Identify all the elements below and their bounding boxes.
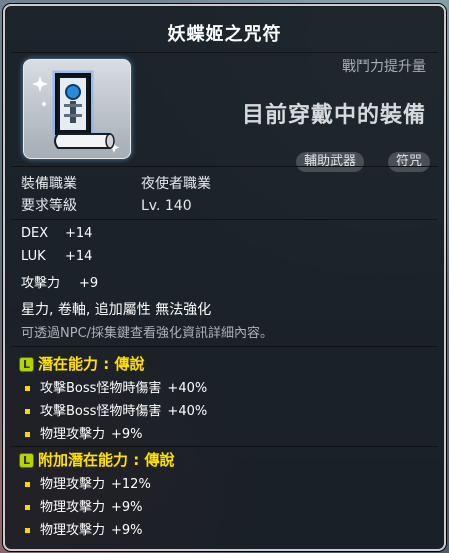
square-bullet-icon [25,409,30,414]
enhancement-hint: 可透過NPC/採集鍵查看強化資訊詳細內容。 [21,326,274,341]
square-bullet-icon [25,505,30,510]
title-divider [11,52,438,53]
potential-text: 物理攻擊力 [40,427,106,442]
additional-potential-header: L 附加潛在能力 : 傳說 [19,449,174,470]
job-requirement-row: 裝備職業 夜使者職業 [21,173,211,193]
additional-potential-text: 物理攻擊力 [40,477,106,492]
legendary-grade-icon: L [19,357,34,372]
additional-potential-line: 物理攻擊力 +12% [25,473,151,492]
enhancement-restrictions: 星力, 卷軸, 追加屬性 無法強化 [21,302,212,318]
item-tooltip: 妖蝶姬之咒符 戰鬥力提升量 目前穿戴中的裝備 輔助武器 符咒 裝備職業 夜使者職… [3,4,446,551]
stat-row: 攻擊力 +9 [21,272,98,291]
additional-potential-divider [11,446,438,447]
potential-divider [11,346,438,347]
square-bullet-icon [25,432,30,437]
item-icon-frame [23,59,131,159]
additional-potential-text: 物理攻擊力 [40,523,106,538]
square-bullet-icon [25,482,30,487]
combat-power-label: 戰鬥力提升量 [342,59,426,75]
additional-potential-line: 物理攻擊力 +9% [25,496,143,515]
additional-potential-value: +12% [111,477,151,492]
stat-value: +14 [65,249,93,264]
square-bullet-icon [25,386,30,391]
additional-potential-label: 附加潛在能力 : 傳說 [38,451,175,469]
stat-row: LUK +14 [21,249,92,264]
stat-label: DEX [21,226,49,241]
level-requirement-row: 要求等級 Lv. 140 [21,195,192,215]
job-value: 夜使者職業 [141,176,211,192]
additional-potential-value: +9% [111,523,143,538]
item-name: 妖蝶姬之咒符 [167,24,282,45]
potential-line: 物理攻擊力 +9% [25,423,143,442]
legendary-grade-icon: L [19,453,34,468]
equipped-status-label: 目前穿戴中的裝備 [241,103,426,128]
job-label: 裝備職業 [21,176,77,192]
additional-potential-text: 物理攻擊力 [40,500,106,515]
category-tag-talisman: 符咒 [387,152,430,172]
potential-value: +9% [111,427,143,442]
stat-label: LUK [21,249,46,264]
stat-value: +9 [79,276,99,291]
level-value: Lv. 140 [141,198,192,214]
potential-value: +40% [167,404,208,419]
header-divider [11,166,438,167]
potential-line: 攻擊Boss怪物時傷害 +40% [25,377,207,396]
category-tag-secondary-weapon: 輔助武器 [295,152,364,172]
potential-header: L 潛在能力 : 傳說 [19,353,144,374]
info-divider [11,219,438,220]
potential-text: 攻擊Boss怪物時傷害 [40,404,162,419]
stat-row: DEX +14 [21,226,92,241]
stat-label: 攻擊力 [21,276,61,291]
square-bullet-icon [25,528,30,533]
additional-potential-value: +9% [111,500,143,515]
stat-value: +14 [65,226,93,241]
talisman-scroll-icon [32,70,120,153]
potential-value: +40% [167,381,208,396]
additional-potential-line: 物理攻擊力 +9% [25,519,143,538]
potential-text: 攻擊Boss怪物時傷害 [40,381,162,396]
level-label: 要求等級 [21,198,77,214]
potential-line: 攻擊Boss怪物時傷害 +40% [25,400,207,419]
potential-label: 潛在能力 : 傳說 [38,355,145,373]
